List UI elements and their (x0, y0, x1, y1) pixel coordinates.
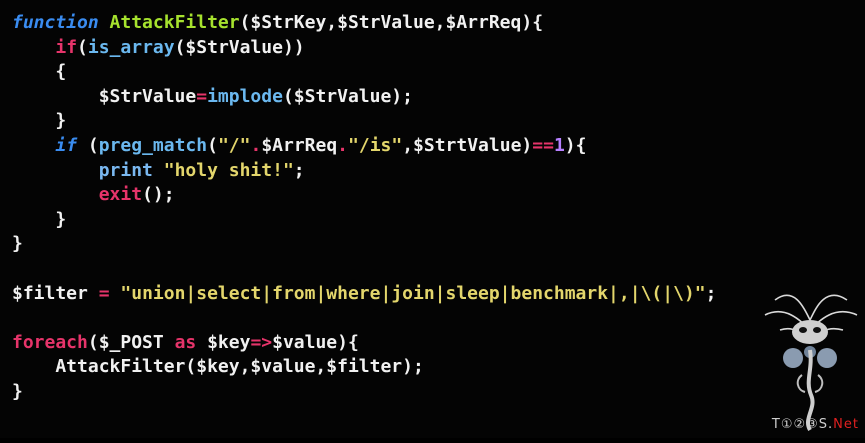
code-token: preg_match (98, 135, 208, 156)
code-token: ){ (564, 135, 587, 156)
watermark-text: T①②③S.Net (772, 417, 859, 432)
code-line[interactable]: function AttackFilter($StrKey,$StrValue,… (12, 11, 543, 36)
code-token: function (12, 12, 99, 33)
code-token: foreach (12, 331, 88, 353)
code-token: (); (142, 184, 175, 206)
watermark-logo: T①②③S.Net (755, 280, 865, 438)
code-editor[interactable]: function AttackFilter($StrKey,$StrValue,… (0, 0, 865, 438)
code-token: } (12, 110, 67, 132)
code-line[interactable]: if(is_array($StrValue)) (12, 36, 305, 61)
code-token: $StrValue (12, 85, 197, 107)
code-token: = (196, 85, 208, 107)
code-token: ($StrKey,$StrValue,$ArrReq){ (239, 12, 544, 33)
code-token: ; (293, 159, 305, 181)
code-line[interactable]: if (preg_match("/".$ArrReq."/is",$StrtVa… (12, 134, 586, 159)
watermark-net: Net (833, 417, 859, 432)
code-token: ( (77, 135, 99, 156)
code-token: . (337, 135, 349, 156)
code-token: = (98, 282, 110, 304)
code-token: "/" (217, 135, 251, 156)
code-line[interactable]: $filter = "union|select|from|where|join|… (12, 282, 716, 307)
code-token: $ArrReq (261, 135, 338, 156)
code-token: is_array (87, 36, 175, 58)
watermark-prefix: T①②③S. (771, 417, 834, 432)
code-token: ,$StrtValue) (402, 135, 533, 156)
code-line[interactable]: foreach($_POST as $key=>$value){ (12, 331, 359, 356)
code-line[interactable]: AttackFilter($key,$value,$filter); (12, 355, 424, 380)
code-token: } (12, 208, 67, 230)
code-token: "union|select|from|where|join|sleep|benc… (120, 282, 706, 304)
code-token: as (174, 331, 197, 353)
code-token: if (55, 135, 78, 156)
code-token: "/is" (348, 135, 403, 156)
code-token: $value){ (272, 331, 359, 353)
code-line[interactable]: $StrValue=implode($StrValue); (12, 85, 413, 110)
code-token: ; (705, 282, 717, 304)
code-token: ($StrValue)) (174, 36, 305, 58)
code-token: ( (77, 36, 88, 58)
code-line[interactable]: } (12, 380, 23, 405)
code-token: == (532, 135, 554, 156)
dragon-emblem-icon (764, 294, 858, 432)
code-line[interactable]: } (12, 109, 66, 134)
code-token: AttackFilter (109, 12, 240, 33)
code-token: $key (196, 331, 251, 353)
code-token: ($_POST (87, 331, 175, 353)
code-line[interactable]: exit(); (12, 183, 175, 208)
code-token: "holy shit!" (163, 159, 294, 181)
code-token: AttackFilter($key,$value,$filter); (12, 356, 424, 378)
code-token: print (98, 159, 153, 181)
code-token: if (55, 36, 78, 58)
code-line[interactable]: } (12, 232, 23, 257)
code-token: 1 (553, 135, 565, 156)
code-line[interactable]: print "holy shit!"; (12, 159, 305, 184)
code-token: } (12, 381, 23, 402)
code-token: => (250, 331, 273, 353)
code-token: ( (207, 135, 218, 156)
code-token: $filter (12, 282, 88, 304)
code-token: implode (207, 85, 283, 107)
code-token: { (12, 61, 67, 83)
code-line[interactable]: { (12, 60, 66, 85)
code-token: . (250, 135, 262, 156)
code-line[interactable]: } (12, 208, 66, 233)
code-token: exit (98, 184, 143, 206)
code-token: ($StrValue); (282, 85, 413, 107)
code-token: } (12, 233, 23, 255)
